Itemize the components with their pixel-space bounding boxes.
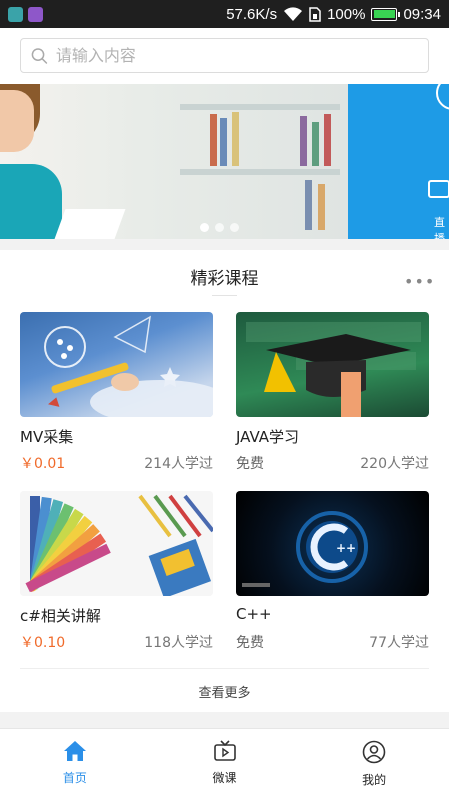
search-header xyxy=(0,28,449,84)
battery-percent: 100% xyxy=(327,5,366,23)
course-card[interactable]: JAVA学习 免费 220人学过 xyxy=(236,312,429,472)
svg-text:++: ++ xyxy=(336,541,356,555)
tv-icon xyxy=(428,180,449,198)
featured-courses-section: 精彩课程 ••• MV采集 ￥0.01 214人学过 JAVA学习 免费 220… xyxy=(0,250,449,712)
course-title: C++ xyxy=(236,605,272,623)
see-more-link[interactable]: 查看更多 xyxy=(0,682,449,701)
more-dots-icon[interactable]: ••• xyxy=(404,272,435,291)
wifi-icon xyxy=(283,6,303,22)
network-speed: 57.6K/s xyxy=(226,5,278,23)
course-card[interactable]: ++ C++ 免费 77人学过 xyxy=(236,491,429,651)
title-underline xyxy=(212,295,237,296)
course-title: MV采集 xyxy=(20,428,74,446)
live-promo-panel: 直播 xyxy=(348,84,449,239)
sim-card-icon xyxy=(309,6,321,22)
battery-icon xyxy=(371,7,401,21)
course-thumbnail xyxy=(20,491,213,596)
live-label: 直播 xyxy=(434,216,445,239)
nav-tab-microcourse[interactable]: 微课 xyxy=(150,729,300,800)
learner-count: 220人学过 xyxy=(360,456,429,472)
bottom-navigation: 首页 微课 我的 xyxy=(0,728,449,800)
clock: 09:34 xyxy=(403,5,441,23)
learner-count: 214人学过 xyxy=(144,456,213,472)
divider xyxy=(20,668,429,669)
status-bar: 57.6K/s 100% 09:34 xyxy=(0,0,449,28)
nav-tab-home[interactable]: 首页 xyxy=(0,729,150,800)
carousel-indicator xyxy=(200,223,245,232)
search-icon xyxy=(31,47,48,64)
nav-label: 微课 xyxy=(212,771,237,785)
carousel-dot[interactable] xyxy=(215,223,224,232)
search-bar[interactable] xyxy=(20,38,429,73)
learner-count: 77人学过 xyxy=(369,635,429,651)
nav-label: 首页 xyxy=(62,771,87,785)
section-title: 精彩课程 xyxy=(190,269,259,289)
learner-count: 118人学过 xyxy=(144,635,213,651)
course-thumbnail xyxy=(20,312,213,417)
course-title: c#相关讲解 xyxy=(20,607,101,625)
carousel-dot[interactable] xyxy=(200,223,209,232)
circle-icon xyxy=(436,84,449,110)
home-icon xyxy=(63,741,86,761)
nav-label: 我的 xyxy=(362,773,387,787)
course-price: 免费 xyxy=(236,456,264,472)
search-input[interactable] xyxy=(55,46,418,65)
banner-image xyxy=(0,84,348,239)
user-icon xyxy=(362,740,386,764)
tv-icon xyxy=(213,740,236,761)
course-card[interactable]: c#相关讲解 ￥0.10 118人学过 xyxy=(20,491,213,651)
course-thumbnail: ++ xyxy=(236,491,429,596)
notification-app-icon xyxy=(8,6,23,22)
nav-tab-profile[interactable]: 我的 xyxy=(299,729,449,800)
banner-carousel[interactable]: 直播 xyxy=(0,84,449,239)
course-price: 免费 xyxy=(236,635,264,651)
course-price: ￥0.01 xyxy=(20,456,66,472)
course-price: ￥0.10 xyxy=(20,635,66,651)
course-thumbnail xyxy=(236,312,429,417)
carousel-dot[interactable] xyxy=(230,223,239,232)
course-title: JAVA学习 xyxy=(236,428,300,446)
course-card[interactable]: MV采集 ￥0.01 214人学过 xyxy=(20,312,213,472)
gallery-notification-icon xyxy=(28,6,43,22)
